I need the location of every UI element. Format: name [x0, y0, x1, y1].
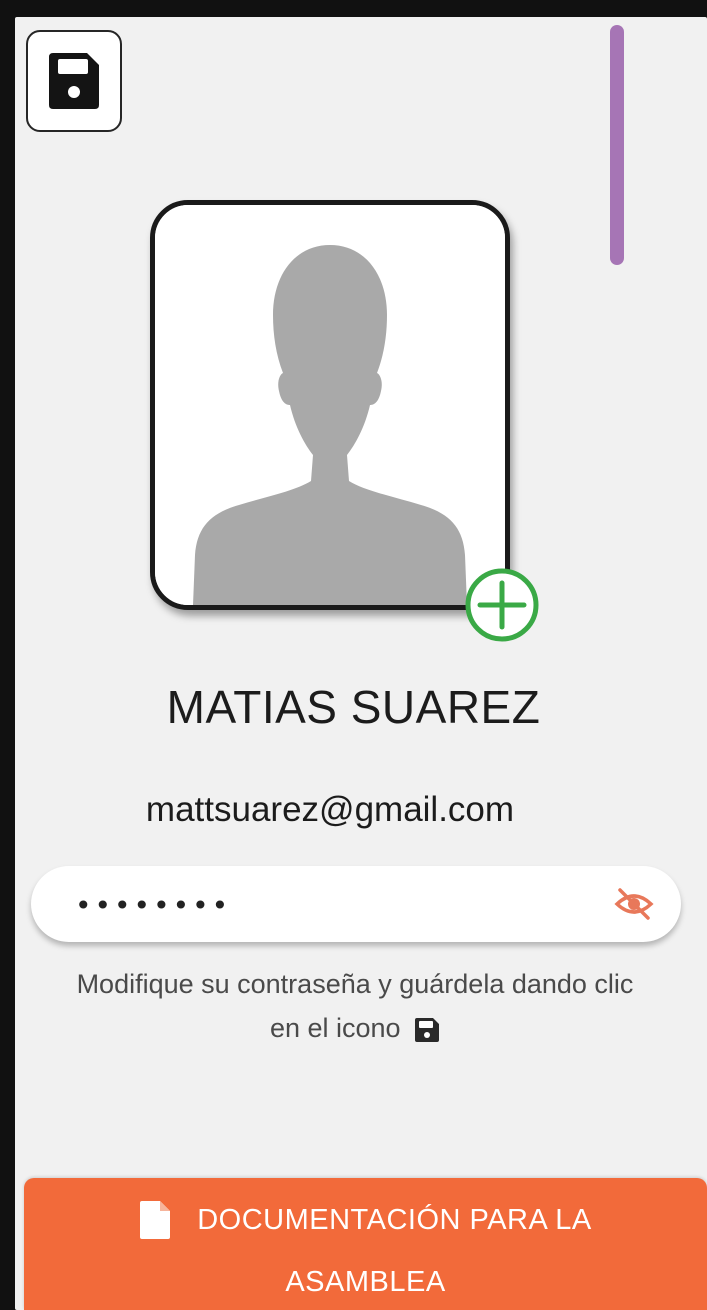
scrollbar-thumb[interactable] [610, 25, 624, 265]
eye-off-icon[interactable] [614, 884, 654, 924]
user-email: mattsuarez@gmail.com [145, 790, 515, 829]
documentation-button-label-2: ASAMBLEA [285, 1266, 446, 1298]
save-icon [415, 1017, 440, 1042]
save-icon [49, 53, 99, 109]
documentation-button-row: DOCUMENTACIÓN PARA LA [24, 1200, 707, 1240]
hint-line-1: Modifique su contraseña y guárdela dando… [76, 969, 634, 999]
hint-line-2-row: en el icono [20, 1006, 690, 1050]
save-button[interactable] [26, 30, 122, 132]
user-name: MATIAS SUAREZ [166, 681, 541, 733]
documentation-button-label-1: DOCUMENTACIÓN PARA LA [197, 1203, 592, 1236]
add-photo-button[interactable] [462, 565, 542, 645]
user-silhouette-icon [155, 205, 505, 605]
password-hint: Modifique su contraseña y guárdela dando… [20, 962, 690, 1050]
hint-line-2: en el icono [269, 1013, 401, 1043]
document-icon [140, 1201, 171, 1239]
password-field[interactable] [31, 866, 681, 942]
profile-photo[interactable] [150, 200, 510, 610]
password-input[interactable] [73, 876, 597, 934]
documentation-button[interactable]: DOCUMENTACIÓN PARA LA ASAMBLEA [24, 1178, 707, 1310]
